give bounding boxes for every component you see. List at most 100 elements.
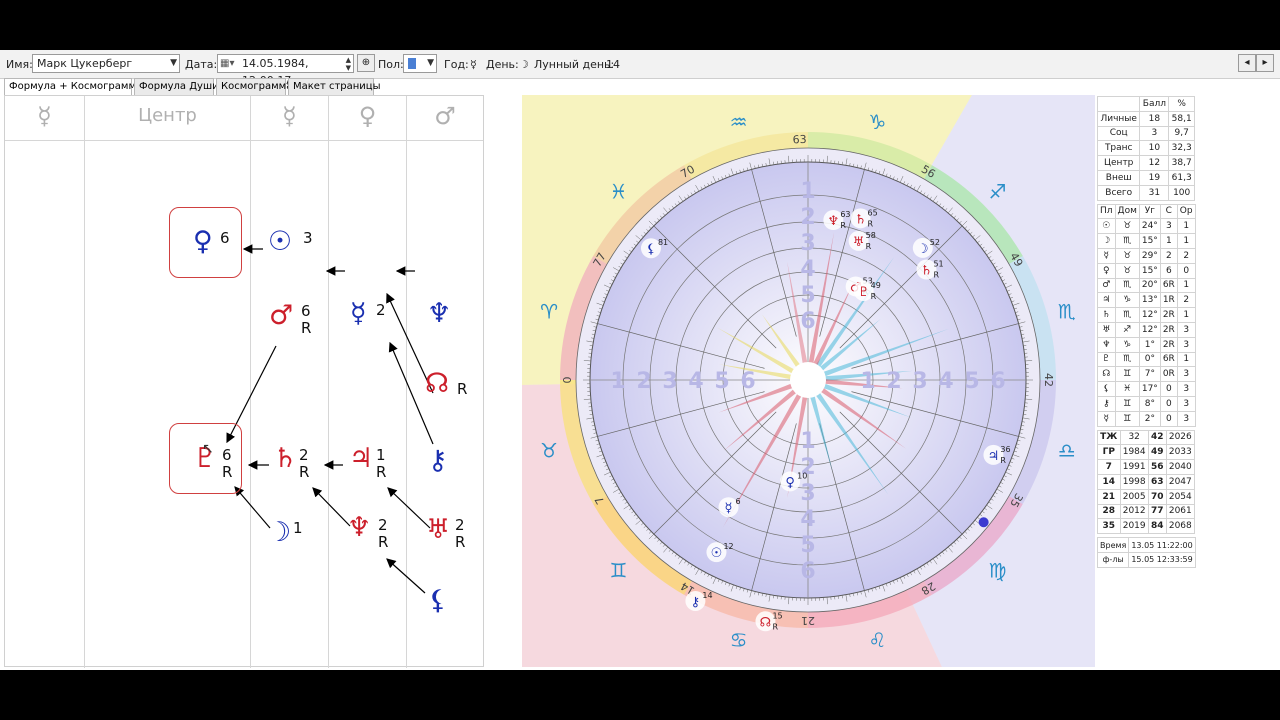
house-number: 1 [800, 179, 815, 204]
neptune-symbol[interactable]: ♆ [427, 300, 451, 328]
planet-row: ♇ ♏ 0° 6R 1 [1097, 351, 1196, 368]
house-number: 1 [610, 369, 625, 394]
neptune-2-symbol[interactable]: ♆ [347, 514, 371, 542]
globe-icon[interactable]: ⊕ [357, 54, 375, 72]
planet-row-cell: 0 [1159, 395, 1178, 412]
chevron-down-icon: ▼ [427, 58, 434, 68]
time-row-cell: ф-лы [1096, 551, 1130, 568]
jupiter-symbol[interactable]: ♃ [349, 445, 373, 473]
cycle-row-cell: 2019 [1119, 518, 1149, 535]
chevron-down-icon: ▼ [170, 58, 177, 68]
calendar-icon[interactable]: ▦▾ [220, 55, 234, 72]
cycle-row-cell: 2047 [1165, 473, 1196, 490]
house-number: 3 [662, 369, 677, 394]
day-value: ☽ [519, 58, 529, 71]
moon-number: 1 [293, 519, 303, 537]
planet-glyph: ♆ [828, 214, 840, 229]
date-picker[interactable]: ▦▾ 14.05.1984, 12:00:17 ▲▼ [217, 54, 354, 87]
tab-soul-formula[interactable]: Формула Души [134, 78, 219, 95]
sex-color-swatch [408, 58, 416, 69]
cycle-row-cell: 21 [1097, 488, 1121, 505]
planet-row-cell: 3 [1176, 381, 1196, 397]
cursor-icon: ↖ [202, 441, 214, 457]
uranus-number: 2 [455, 516, 465, 534]
house-number: 3 [912, 369, 927, 394]
planet-row-cell: 2R [1159, 307, 1178, 323]
spin-icon[interactable]: ▲ ▼ [346, 56, 351, 72]
planet-row: ♆ ♑ 1° 2R 3 [1097, 336, 1196, 353]
planet-row: ☊ ♊ 7° 0R 3 [1097, 366, 1196, 383]
lunar-day-value: 14 [606, 58, 620, 71]
tab-formula-cosmogram[interactable]: Формула + Космограмма [4, 78, 142, 96]
house-number: 2 [636, 369, 651, 394]
score-row: Транс 10 32,3 [1096, 140, 1195, 157]
score-row-cell: Центр [1096, 155, 1141, 171]
sun-symbol[interactable]: ☉ [268, 228, 292, 256]
house-number: 3 [800, 231, 815, 256]
sign-glyph: ♎ [1058, 438, 1076, 462]
planet-degree: 51 [933, 260, 943, 269]
planet-row-cell: ☽ [1097, 233, 1116, 249]
sign-glyph: ♓ [610, 179, 628, 203]
planet-row-cell: ☉ [1097, 218, 1116, 235]
name-select[interactable]: Марк Цукерберг ▼ [32, 54, 180, 73]
time-row-cell: 13.05 11:22:00 [1128, 537, 1196, 553]
mars-symbol[interactable]: ♂ [269, 302, 293, 330]
cycle-row: 21 2005 70 2054 [1097, 488, 1196, 505]
planet-row: ☽ ♏ 15° 1 1 [1097, 233, 1196, 249]
cusp-label: 42 [1042, 373, 1055, 387]
saturn-symbol[interactable]: ♄ [273, 445, 297, 473]
planet-row-cell: ☿ [1097, 410, 1116, 427]
moon-symbol[interactable]: ☽ [267, 519, 291, 547]
uranus-symbol[interactable]: ♅ [426, 516, 450, 544]
planet-row-cell: 2 [1176, 247, 1196, 264]
planets-header: С [1159, 203, 1178, 220]
score-row-cell: 12 [1139, 155, 1170, 171]
date-label: Дата: [185, 58, 218, 71]
cycle-row: 7 1991 56 2040 [1097, 459, 1196, 475]
cusp-label: 21 [801, 614, 815, 627]
score-header: Балл [1139, 96, 1170, 112]
tab-page-layout[interactable]: Макет страницы [288, 78, 381, 95]
planet-row: ⚷ ♊ 8° 0 3 [1097, 395, 1196, 412]
planet-row-cell: ♇ [1097, 351, 1116, 368]
planet-degree: 12 [723, 542, 733, 551]
score-row-cell: 32,3 [1168, 140, 1195, 157]
tab-cosmogram[interactable]: Космограмма [216, 78, 292, 95]
score-row-cell: 38,7 [1168, 155, 1195, 171]
planet-row-cell: 2° [1138, 410, 1161, 427]
time-row: ф-лы 15.05 12:33:59 [1096, 551, 1196, 568]
sex-select[interactable]: ▼ [403, 54, 437, 73]
node-symbol[interactable]: ☊ [425, 370, 449, 398]
score-row: Внеш 19 61,3 [1096, 169, 1195, 186]
cycle-row-cell: 1991 [1119, 459, 1149, 475]
planet-row-cell: 20° [1138, 277, 1161, 294]
cosmogram-chart[interactable]: 1 6 1 6 2 5 2 5 3 4 3 4 4 3 4 3 5 2 5 2 6 1 6 1 63 56 49 42 35 28 21 14… [522, 95, 1095, 667]
score-header: % [1168, 96, 1195, 112]
score-row-cell: 100 [1168, 184, 1195, 201]
planet-degree: 63 [840, 210, 850, 219]
chiron-symbol[interactable]: ⚷ [428, 447, 448, 475]
prev-button[interactable]: ◂ [1238, 54, 1256, 72]
planet-row-cell: ♊ [1114, 395, 1140, 412]
planet-row-cell: 17° [1138, 381, 1161, 397]
house-number: 5 [800, 283, 815, 308]
planet-row-cell: 6 [1159, 262, 1178, 279]
planet-row-cell: 1 [1176, 233, 1196, 249]
planet-row-cell: 2 [1159, 247, 1178, 264]
score-row-cell: 61,3 [1168, 169, 1195, 186]
application-window: Имя: Марк Цукерберг ▼ Дата: ▦▾ 14.05.198… [0, 50, 1280, 670]
planet-row-cell: 1 [1176, 307, 1196, 323]
planet-row-cell: 3 [1176, 395, 1196, 412]
cycle-row-cell: 2012 [1119, 503, 1149, 520]
lilith-symbol[interactable]: ⚸ [428, 587, 448, 615]
planet-degree: 6 [736, 497, 741, 506]
score-row-cell: Всего [1096, 184, 1141, 201]
house-number: 5 [964, 369, 979, 394]
planet-row: ♂ ♏ 20° 6R 1 [1097, 277, 1196, 294]
planet-row-cell: ♅ [1097, 321, 1116, 338]
cycle-row-cell: 1998 [1119, 473, 1149, 490]
mercury-symbol[interactable]: ☿ [350, 300, 367, 328]
next-button[interactable]: ▸ [1256, 54, 1274, 72]
venus-symbol[interactable]: ♀ [193, 228, 213, 256]
